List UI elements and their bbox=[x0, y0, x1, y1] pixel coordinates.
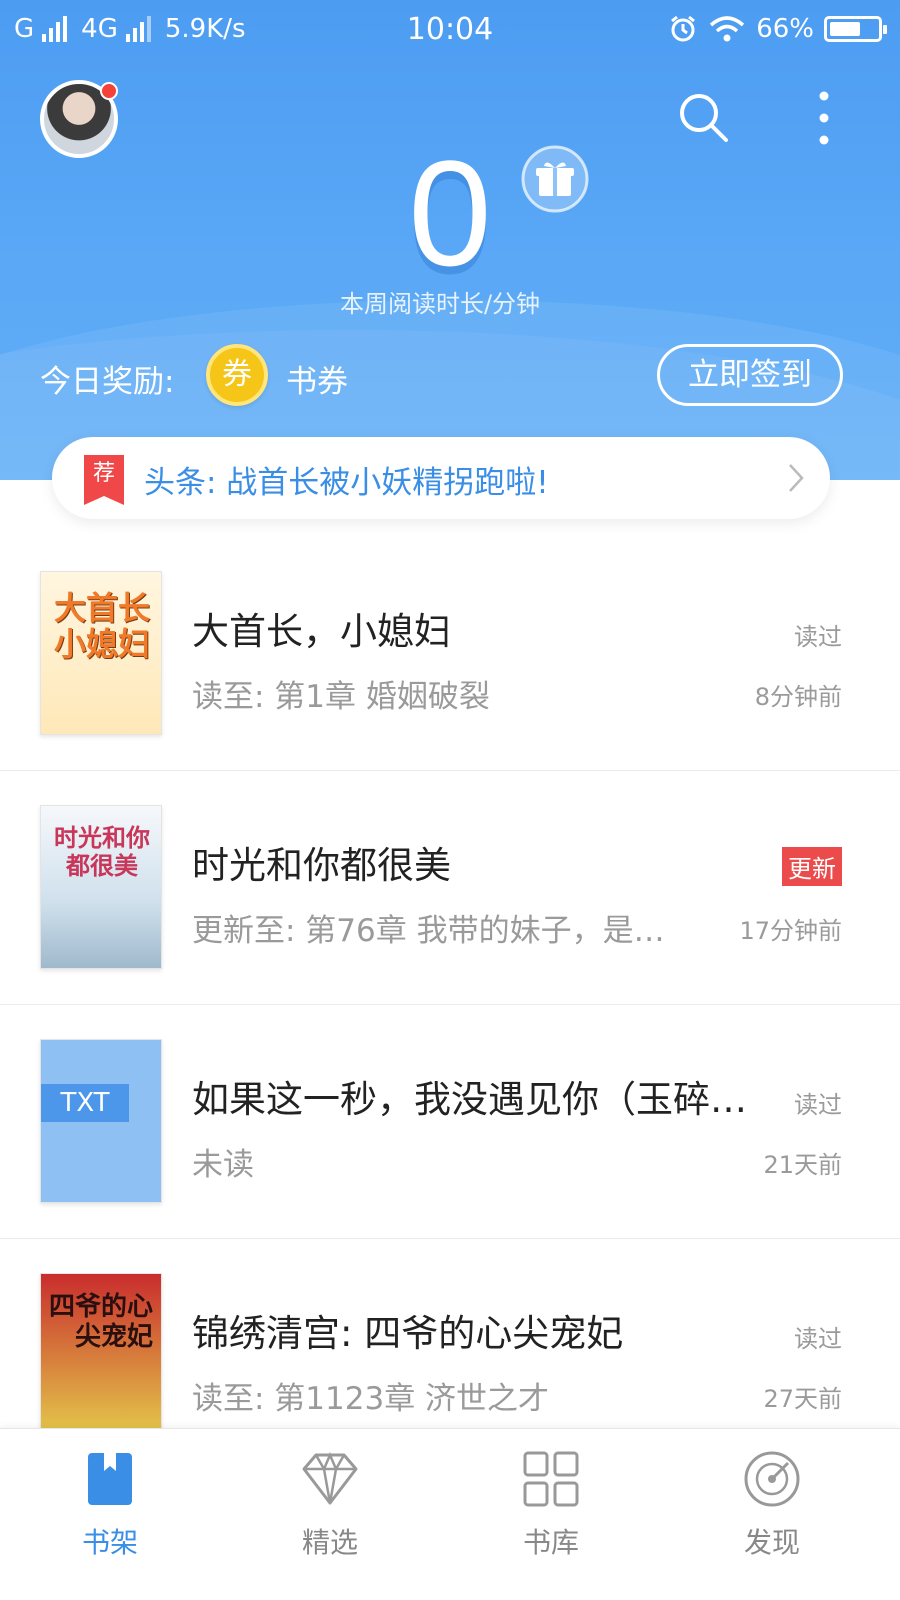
diamond-icon bbox=[302, 1451, 358, 1505]
book-progress: 读至: 第1章 婚姻破裂 bbox=[192, 679, 490, 715]
book-status: 读过 bbox=[794, 1325, 842, 1353]
book-list: 大首长小媳妇 大首长，小媳妇 读至: 第1章 婚姻破裂 读过 8分钟前 时光和你… bbox=[0, 537, 900, 1473]
nav-label: 书架 bbox=[81, 1526, 138, 1559]
book-cover[interactable]: 时光和你都很美 bbox=[40, 805, 162, 969]
gift-icon[interactable] bbox=[520, 144, 590, 214]
bookshelf-icon bbox=[88, 1453, 132, 1505]
cover-title: 大首长小媳妇 bbox=[53, 589, 150, 663]
nav-library[interactable]: 书库 bbox=[461, 1429, 641, 1600]
book-title: 大首长，小媳妇 bbox=[192, 610, 451, 653]
alarm-icon bbox=[671, 15, 696, 42]
book-progress: 未读 bbox=[192, 1147, 254, 1183]
book-title: 时光和你都很美 bbox=[192, 844, 451, 887]
nav-label: 精选 bbox=[301, 1526, 358, 1559]
wifi-icon bbox=[710, 16, 745, 42]
signin-button[interactable]: 立即签到 bbox=[657, 344, 843, 406]
nav-label: 书库 bbox=[522, 1526, 579, 1559]
book-progress: 更新至: 第76章 我带的妹子，是… bbox=[192, 913, 665, 949]
nav-bookshelf[interactable]: 书架 bbox=[20, 1429, 200, 1600]
book-cover[interactable]: 四爷的心尖宠妃 bbox=[40, 1273, 162, 1437]
book-title: 如果这一秒，我没遇见你（玉碎… bbox=[192, 1078, 747, 1121]
book-status: 读过 bbox=[794, 623, 842, 651]
header: G 4G 5.9K/s 10:04 66% 0 本周阅读时长/分钟 今日奖励: … bbox=[0, 0, 900, 480]
headline-text[interactable]: 头条: 战首长被小妖精拐跑啦! bbox=[144, 457, 549, 502]
reward-label: 今日奖励: bbox=[40, 364, 175, 400]
compass-icon bbox=[744, 1451, 800, 1507]
nav-discover[interactable]: 发现 bbox=[682, 1429, 862, 1600]
nav-label: 发现 bbox=[743, 1526, 800, 1559]
book-time: 27天前 bbox=[763, 1385, 842, 1413]
status-bar: G 4G 5.9K/s 10:04 66% bbox=[0, 0, 900, 66]
bottom-nav: 书架 精选 书库 发现 bbox=[0, 1428, 900, 1600]
weekly-reading-minutes: 0 bbox=[408, 129, 492, 297]
update-badge: 更新 bbox=[782, 847, 842, 886]
battery-icon bbox=[824, 16, 887, 42]
status-right: 66% bbox=[668, 14, 887, 44]
weekly-reading-label: 本周阅读时长/分钟 bbox=[339, 290, 541, 318]
book-status: 读过 bbox=[794, 1091, 842, 1119]
book-time: 21天前 bbox=[763, 1151, 842, 1179]
txt-tag: TXT bbox=[41, 1084, 129, 1122]
nav-featured[interactable]: 精选 bbox=[240, 1429, 420, 1600]
book-cover[interactable]: TXT bbox=[40, 1039, 162, 1203]
cover-title: 四爷的心尖宠妃 bbox=[48, 1292, 153, 1352]
book-row[interactable]: 大首长小媳妇 大首长，小媳妇 读至: 第1章 婚姻破裂 读过 8分钟前 bbox=[0, 537, 900, 771]
recommend-badge: 荐 bbox=[84, 455, 124, 505]
battery-level bbox=[830, 22, 861, 36]
notification-dot bbox=[100, 82, 118, 100]
coupon-text: 书券 bbox=[286, 364, 348, 400]
coupon-icon: 券 bbox=[206, 344, 268, 406]
grid-icon bbox=[523, 1451, 579, 1507]
chevron-right-icon bbox=[789, 464, 804, 492]
book-row[interactable]: TXT 如果这一秒，我没遇见你（玉碎… 未读 读过 21天前 bbox=[0, 1005, 900, 1239]
headline-banner[interactable]: 荐 头条: 战首长被小妖精拐跑啦! bbox=[52, 437, 830, 519]
cover-title: 时光和你都很美 bbox=[54, 823, 150, 880]
book-title: 锦绣清宫: 四爷的心尖宠妃 bbox=[192, 1312, 624, 1355]
book-row[interactable]: 时光和你都很美 时光和你都很美 更新至: 第76章 我带的妹子，是… 更新 17… bbox=[0, 771, 900, 1005]
book-time: 8分钟前 bbox=[754, 683, 842, 711]
book-progress: 读至: 第1123章 济世之才 bbox=[192, 1381, 550, 1417]
battery-percent: 66% bbox=[756, 14, 814, 44]
book-time: 17分钟前 bbox=[739, 917, 842, 945]
book-cover[interactable]: 大首长小媳妇 bbox=[40, 571, 162, 735]
